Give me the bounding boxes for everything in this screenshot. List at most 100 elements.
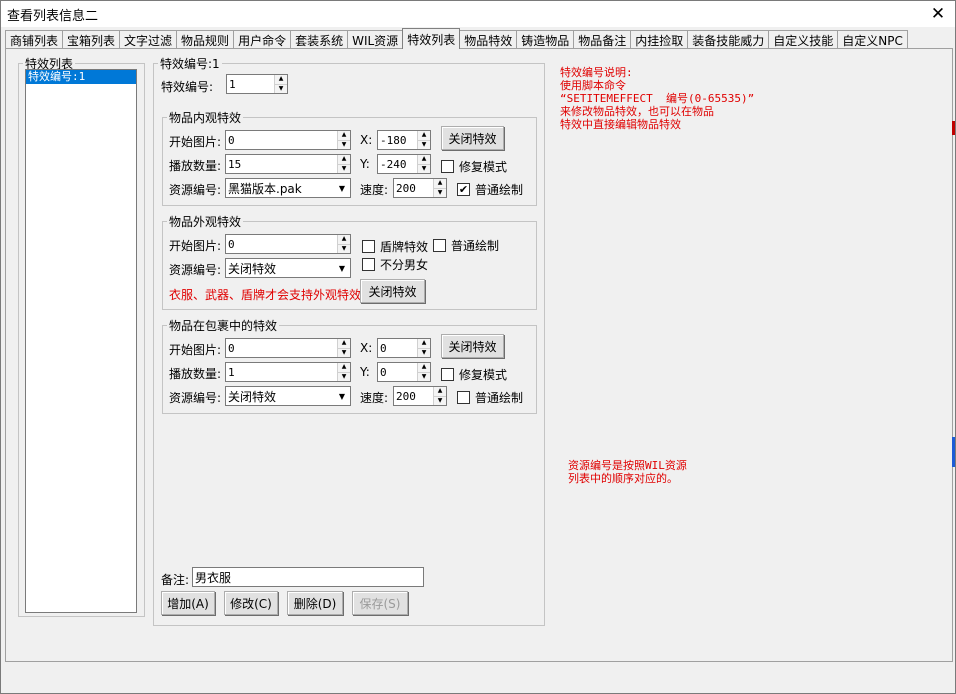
spin-up-icon[interactable]: ▲ (275, 75, 287, 85)
effect-id-input[interactable] (227, 75, 274, 93)
inner-y-input[interactable] (378, 155, 417, 173)
inner-resource-dropdown[interactable]: 黑猫版本.pak ▼ (225, 178, 351, 198)
remark-field[interactable]: 男衣服 (192, 567, 424, 587)
bag-play-count-spinner[interactable]: ▲▼ (225, 362, 351, 382)
spin-up-icon[interactable]: ▲ (418, 339, 430, 349)
outer-resource-value: 关闭特效 (228, 261, 277, 276)
spin-up-icon[interactable]: ▲ (338, 235, 350, 245)
tab-forge-items[interactable]: 铸造物品 (516, 30, 575, 49)
inner-start-image-spinner[interactable]: ▲▼ (225, 130, 351, 150)
outer-close-effect-button[interactable]: 关闭特效 (360, 279, 425, 303)
outer-start-image-label: 开始图片: (169, 239, 222, 253)
spin-down-icon[interactable]: ▼ (338, 348, 350, 357)
inner-play-count-spinner[interactable]: ▲▼ (225, 154, 351, 174)
tab-item-effects[interactable]: 物品特效 (459, 30, 518, 49)
spin-down-icon[interactable]: ▼ (338, 244, 350, 253)
spin-up-icon[interactable]: ▲ (338, 339, 350, 349)
effect-listbox[interactable]: 特效编号:1 (25, 69, 137, 613)
tab-shop-list[interactable]: 商铺列表 (5, 30, 64, 49)
checkbox-box (362, 240, 375, 253)
spin-down-icon[interactable]: ▼ (338, 140, 350, 149)
spin-down-icon[interactable]: ▼ (434, 188, 446, 197)
bag-y-input[interactable] (378, 363, 417, 381)
bag-x-spinner[interactable]: ▲▼ (377, 338, 431, 358)
inner-normal-draw-checkbox[interactable]: ✔ 普通绘制 (457, 181, 523, 198)
spin-up-icon[interactable]: ▲ (434, 387, 446, 397)
outer-support-note: 衣服、武器、盾牌才会支持外观特效 (169, 288, 362, 302)
spin-down-icon[interactable]: ▼ (418, 348, 430, 357)
chevron-down-icon[interactable]: ▼ (334, 184, 350, 193)
checkbox-box (457, 391, 470, 404)
bag-x-input[interactable] (378, 339, 417, 357)
effect-id-spinner[interactable]: ▲▼ (226, 74, 288, 94)
save-button[interactable]: 保存(S) (352, 591, 408, 615)
inner-speed-input[interactable] (394, 179, 433, 197)
tab-custom-skills[interactable]: 自定义技能 (768, 30, 839, 49)
bag-normal-draw-checkbox[interactable]: 普通绘制 (457, 389, 523, 406)
spin-up-icon[interactable]: ▲ (338, 155, 350, 165)
tab-text-filter[interactable]: 文字过滤 (119, 30, 178, 49)
close-icon[interactable]: ✕ (925, 1, 951, 27)
chevron-down-icon[interactable]: ▼ (334, 392, 350, 401)
inner-close-effect-button[interactable]: 关闭特效 (441, 126, 504, 150)
main-window: 查看列表信息二 ✕ 商铺列表 宝箱列表 文字过滤 物品规则 用户命令 套装系统 … (0, 0, 956, 694)
tab-user-commands[interactable]: 用户命令 (233, 30, 292, 49)
outer-shield-effect-checkbox[interactable]: 盾牌特效 (362, 238, 428, 255)
spin-up-icon[interactable]: ▲ (418, 131, 430, 141)
bag-y-label: Y: (360, 365, 370, 379)
bag-close-effect-button[interactable]: 关闭特效 (441, 334, 504, 358)
bag-speed-input[interactable] (394, 387, 433, 405)
spin-down-icon[interactable]: ▼ (338, 164, 350, 173)
spin-up-icon[interactable]: ▲ (418, 363, 430, 373)
bag-speed-spinner[interactable]: ▲▼ (393, 386, 447, 406)
spin-down-icon[interactable]: ▼ (275, 84, 287, 93)
spin-up-icon[interactable]: ▲ (418, 155, 430, 165)
spin-up-icon[interactable]: ▲ (338, 131, 350, 141)
outer-start-image-input[interactable] (226, 235, 337, 253)
spin-down-icon[interactable]: ▼ (338, 372, 350, 381)
tab-effect-list[interactable]: 特效列表 (402, 28, 461, 49)
checkbox-box (433, 239, 446, 252)
spin-down-icon[interactable]: ▼ (434, 396, 446, 405)
tab-treasure-box-list[interactable]: 宝箱列表 (62, 30, 121, 49)
outer-start-image-spinner[interactable]: ▲▼ (225, 234, 351, 254)
add-button[interactable]: 增加(A) (161, 591, 215, 615)
bag-y-spinner[interactable]: ▲▼ (377, 362, 431, 382)
tab-suit-system[interactable]: 套装系统 (290, 30, 349, 49)
tab-auto-pickup[interactable]: 内挂捡取 (630, 30, 689, 49)
spin-up-icon[interactable]: ▲ (338, 363, 350, 373)
spin-down-icon[interactable]: ▼ (418, 372, 430, 381)
outer-normal-draw-checkbox[interactable]: 普通绘制 (433, 237, 499, 254)
delete-button[interactable]: 删除(D) (287, 591, 343, 615)
tab-item-rules[interactable]: 物品规则 (176, 30, 235, 49)
spin-up-icon[interactable]: ▲ (434, 179, 446, 189)
bag-repair-mode-checkbox[interactable]: 修复模式 (441, 366, 507, 383)
tab-wil-resources[interactable]: WIL资源 (347, 30, 404, 49)
list-item[interactable]: 特效编号:1 (26, 70, 136, 84)
outer-unisex-checkbox[interactable]: 不分男女 (362, 256, 428, 273)
spin-down-icon[interactable]: ▼ (418, 164, 430, 173)
tab-custom-npc[interactable]: 自定义NPC (837, 30, 908, 49)
bag-start-image-spinner[interactable]: ▲▼ (225, 338, 351, 358)
inner-speed-spinner[interactable]: ▲▼ (393, 178, 447, 198)
inner-start-image-input[interactable] (226, 131, 337, 149)
inner-x-input[interactable] (378, 131, 417, 149)
title-bar: 查看列表信息二 ✕ (1, 1, 955, 27)
modify-button[interactable]: 修改(C) (224, 591, 278, 615)
bag-play-count-input[interactable] (226, 363, 337, 381)
chevron-down-icon[interactable]: ▼ (334, 264, 350, 273)
effect-id-help-note: 特效编号说明: 使用脚本命令 “SETITEMEFFECT 编号(0-65535… (560, 66, 755, 131)
tab-item-notes[interactable]: 物品备注 (573, 30, 632, 49)
inner-play-count-label: 播放数量: (169, 159, 222, 173)
inner-y-spinner[interactable]: ▲▼ (377, 154, 431, 174)
inner-x-spinner[interactable]: ▲▼ (377, 130, 431, 150)
spin-down-icon[interactable]: ▼ (418, 140, 430, 149)
window-title: 查看列表信息二 (7, 8, 99, 24)
bag-start-image-input[interactable] (226, 339, 337, 357)
tab-equip-skill-power[interactable]: 装备技能威力 (687, 30, 770, 49)
outer-resource-label: 资源编号: (169, 263, 222, 277)
inner-play-count-input[interactable] (226, 155, 337, 173)
inner-repair-mode-checkbox[interactable]: 修复模式 (441, 158, 507, 175)
bag-resource-dropdown[interactable]: 关闭特效 ▼ (225, 386, 351, 406)
outer-resource-dropdown[interactable]: 关闭特效 ▼ (225, 258, 351, 278)
